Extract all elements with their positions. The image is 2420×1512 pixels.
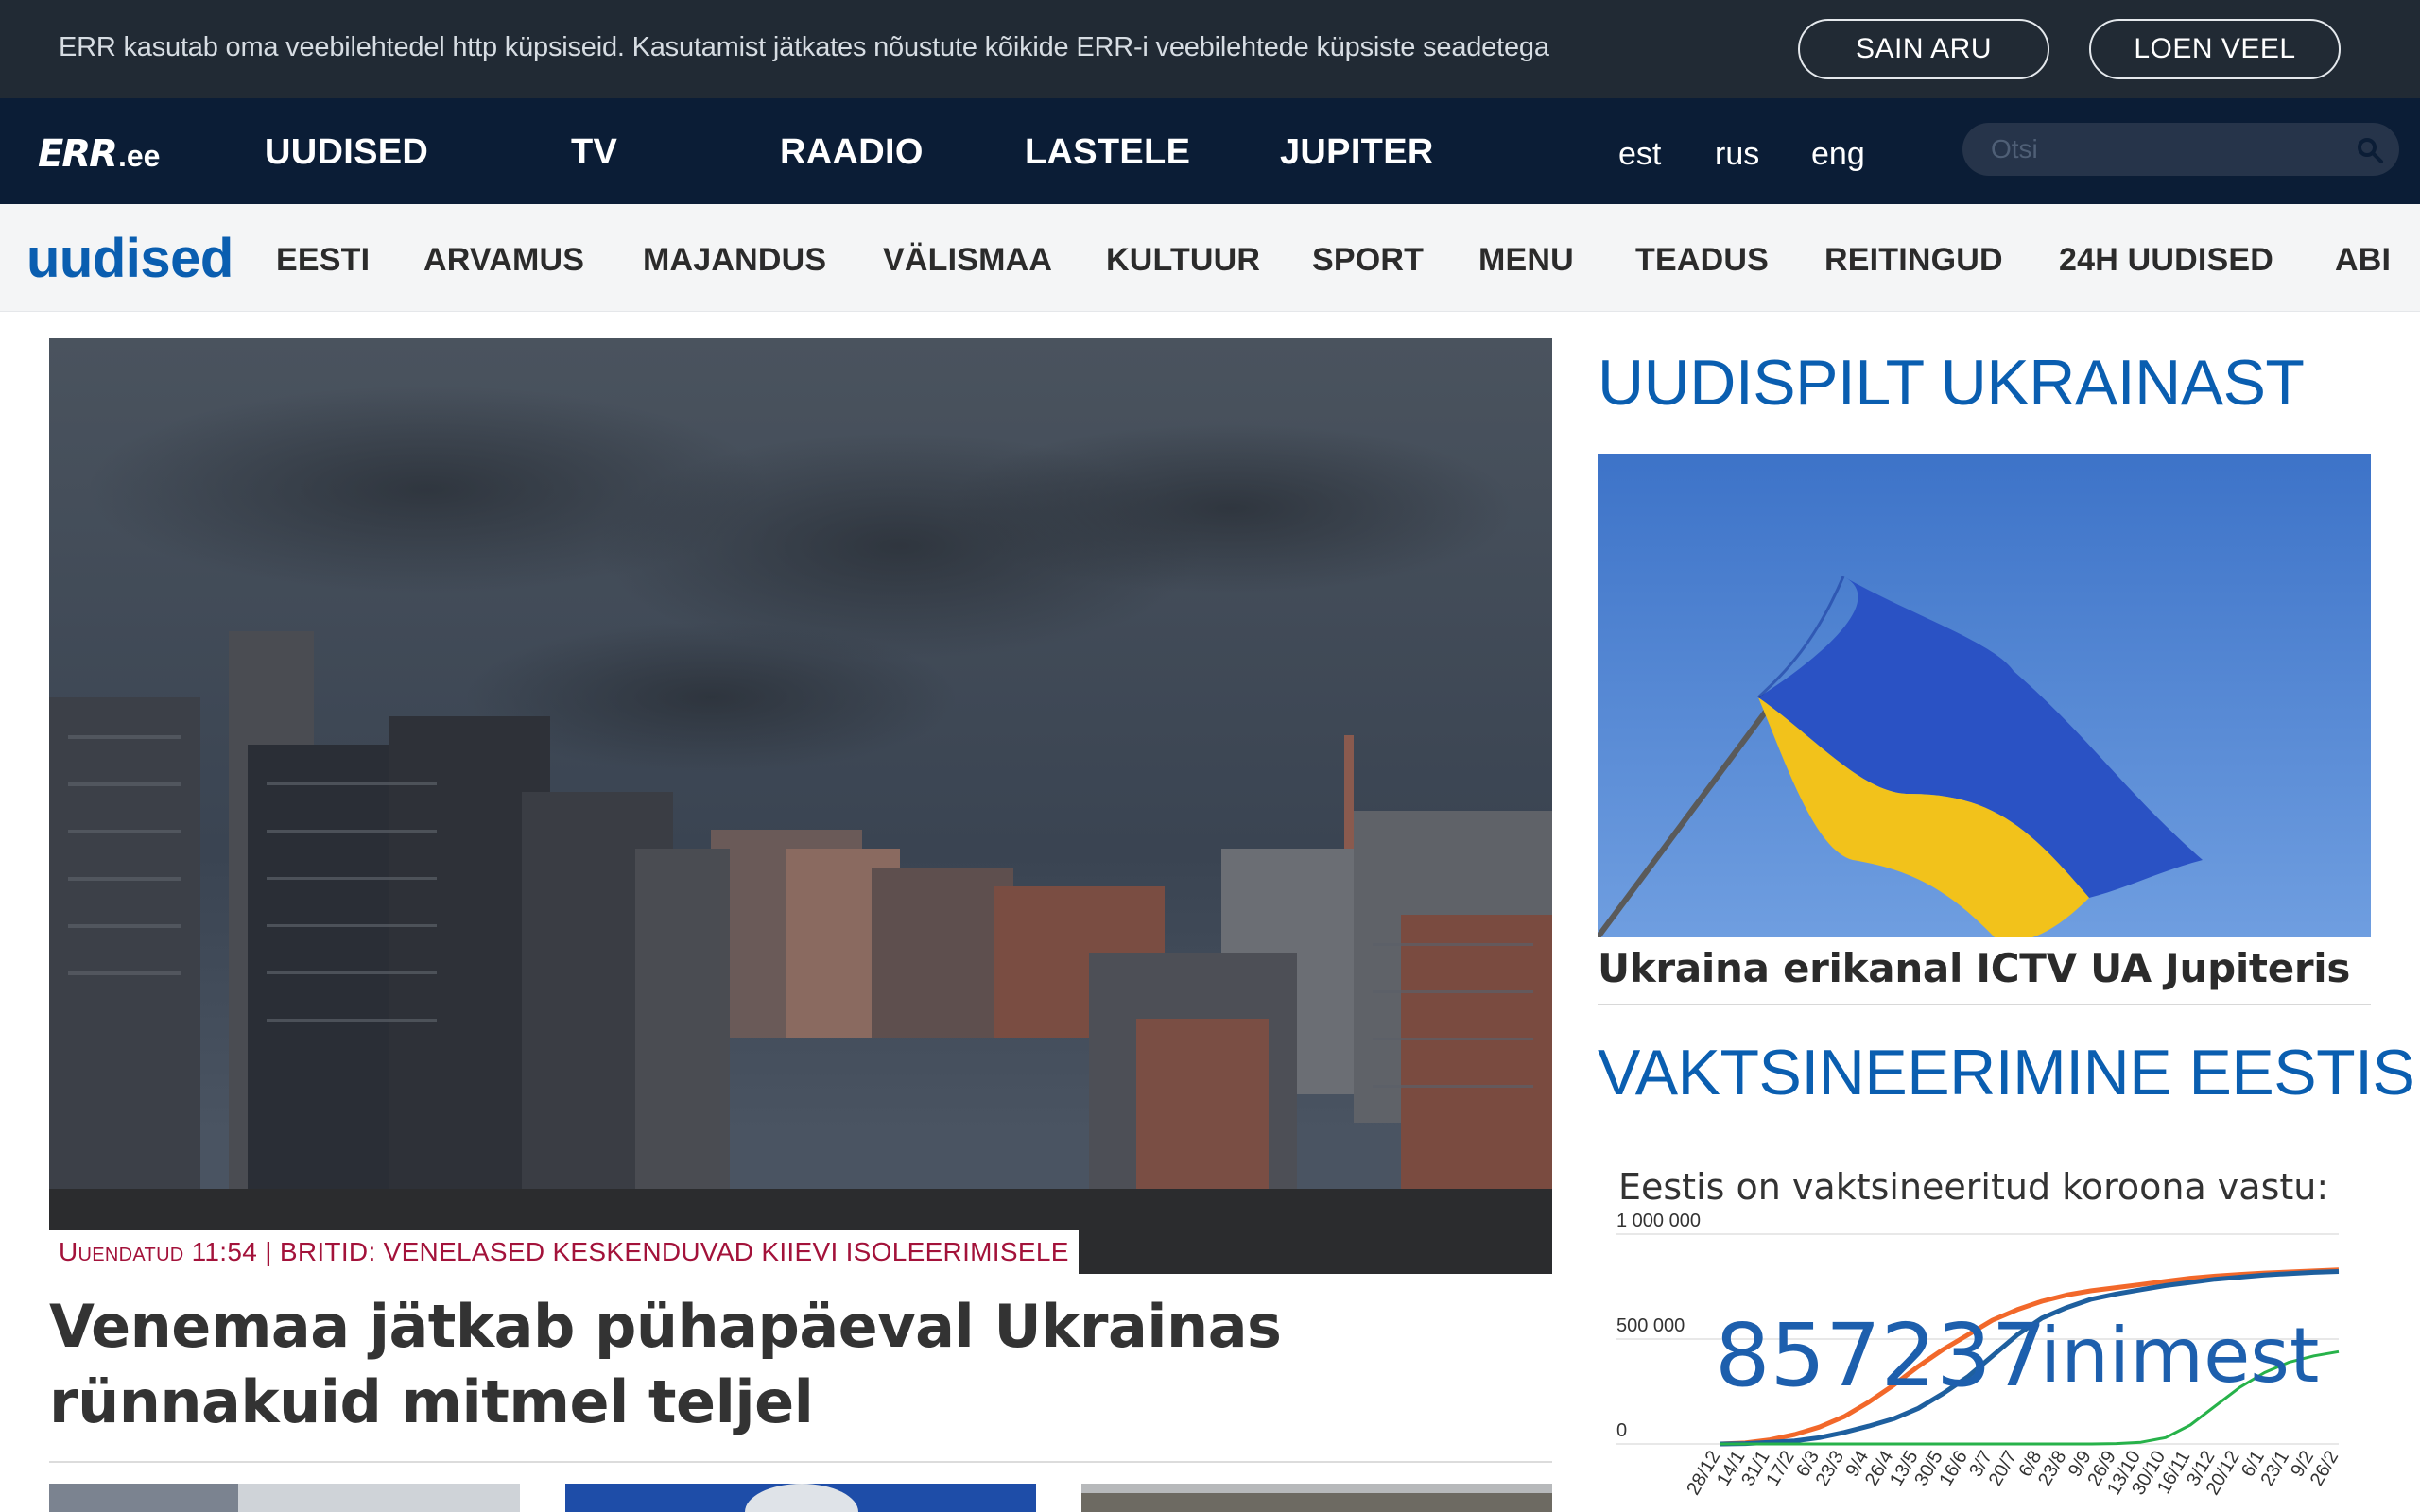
sidebar-divider (1598, 1004, 2371, 1005)
hero-updated-time: Uuendatud 11:54 (59, 1237, 258, 1266)
hero-update-tag[interactable]: Uuendatud 11:54 | BRITID: VENELASED KESK… (49, 1230, 1079, 1274)
sub-nav-item-arvamus[interactable]: ARVAMUS (424, 242, 584, 279)
hero-tag-separator: | (257, 1237, 280, 1266)
nav-item-raadio[interactable]: RAADIO (780, 132, 924, 173)
sub-nav-item-eesti[interactable]: EESTI (276, 242, 370, 279)
section-logo-uudised[interactable]: uudised (26, 227, 233, 290)
chart-x-tick-label: 26/2 (2307, 1448, 2343, 1490)
section-navigation: uudised EESTI ARVAMUS MAJANDUS VÄLISMAA … (0, 204, 2420, 312)
nav-item-lastele[interactable]: LASTELE (1025, 132, 1190, 173)
language-eng[interactable]: eng (1811, 136, 1865, 173)
cookie-bar: ERR kasutab oma veebilehtedel http küpsi… (0, 0, 2420, 98)
article-thumbnail[interactable] (1081, 1484, 1552, 1512)
language-rus[interactable]: rus (1715, 136, 1759, 173)
language-est[interactable]: est (1618, 136, 1661, 173)
ukraine-article-caption[interactable]: Ukraina erikanal ICTV UA Jupiteris (1598, 945, 2350, 991)
chart-y-tick-label: 0 (1616, 1420, 1627, 1441)
sub-nav-item-menu[interactable]: MENU (1478, 242, 1574, 279)
err-logo[interactable]: ERR .ee (38, 132, 161, 176)
article-thumbnail[interactable] (565, 1484, 1036, 1512)
search-icon[interactable] (2356, 136, 2384, 164)
article-thumbnail[interactable] (49, 1484, 520, 1512)
sub-nav-item-abi[interactable]: ABI (2335, 242, 2391, 279)
hero-tag-headline: BRITID: VENELASED KESKENDUVAD KIIEVI ISO… (279, 1237, 1069, 1266)
sub-nav-item-sport[interactable]: SPORT (1312, 242, 1424, 279)
cookie-notice-text: ERR kasutab oma veebilehtedel http küpsi… (59, 32, 1549, 62)
thumbnail-photo (49, 1484, 520, 1512)
search-box (1962, 123, 2399, 176)
sub-nav-item-majandus[interactable]: MAJANDUS (643, 242, 826, 279)
vaccination-line-chart: 1 000 000500 000028/1214/131/117/26/323/… (1616, 1211, 2343, 1499)
sub-nav-item-24h-uudised[interactable]: 24H UUDISED (2059, 242, 2273, 279)
sub-nav-item-reitingud[interactable]: REITINGUD (1824, 242, 2003, 279)
sub-nav-item-kultuur[interactable]: KULTUUR (1106, 242, 1260, 279)
vaccination-count: 857237 (1715, 1305, 2047, 1406)
cookie-read-more-button[interactable]: LOEN VEEL (2089, 19, 2341, 79)
main-navigation: ERR .ee UUDISED TV RAADIO LASTELE JUPITE… (0, 98, 2420, 204)
ukraine-flag-photo (1598, 454, 2371, 937)
nav-item-jupiter[interactable]: JUPITER (1280, 132, 1434, 173)
vaccination-count-unit: inimest (2040, 1312, 2319, 1400)
chart-y-tick-label: 500 000 (1616, 1315, 1685, 1336)
nav-item-uudised[interactable]: UUDISED (265, 132, 428, 173)
sub-nav-item-valismaa[interactable]: VÄLISMAA (883, 242, 1052, 279)
hero-article-title[interactable]: Venemaa jätkab pühapäeval Ukrainas rünna… (49, 1289, 1524, 1440)
logo-main-text: ERR (38, 132, 118, 176)
vaccination-widget[interactable]: Eestis on vaktsineeritud koroona vastu: … (1598, 1143, 2371, 1512)
thumbnail-photo (1081, 1484, 1552, 1512)
chart-y-tick-label: 1 000 000 (1616, 1211, 1701, 1231)
cookie-accept-button[interactable]: SAIN ARU (1798, 19, 2049, 79)
thumbnail-photo (565, 1484, 1036, 1512)
vaccination-section-heading[interactable]: VAKTSINEERIMINE EESTIS (1598, 1036, 2415, 1109)
hero-photo (49, 338, 1552, 1274)
sub-nav-item-teadus[interactable]: TEADUS (1635, 242, 1769, 279)
ukraine-flag-image[interactable] (1598, 454, 2371, 937)
nav-item-tv[interactable]: TV (571, 132, 617, 173)
ukraine-section-heading[interactable]: UUDISPILT UKRAINAST (1598, 346, 2305, 420)
hero-divider (49, 1461, 1552, 1463)
logo-suffix-text: .ee (117, 139, 161, 173)
hero-article-image[interactable] (49, 338, 1552, 1274)
search-input[interactable] (1991, 132, 2331, 166)
